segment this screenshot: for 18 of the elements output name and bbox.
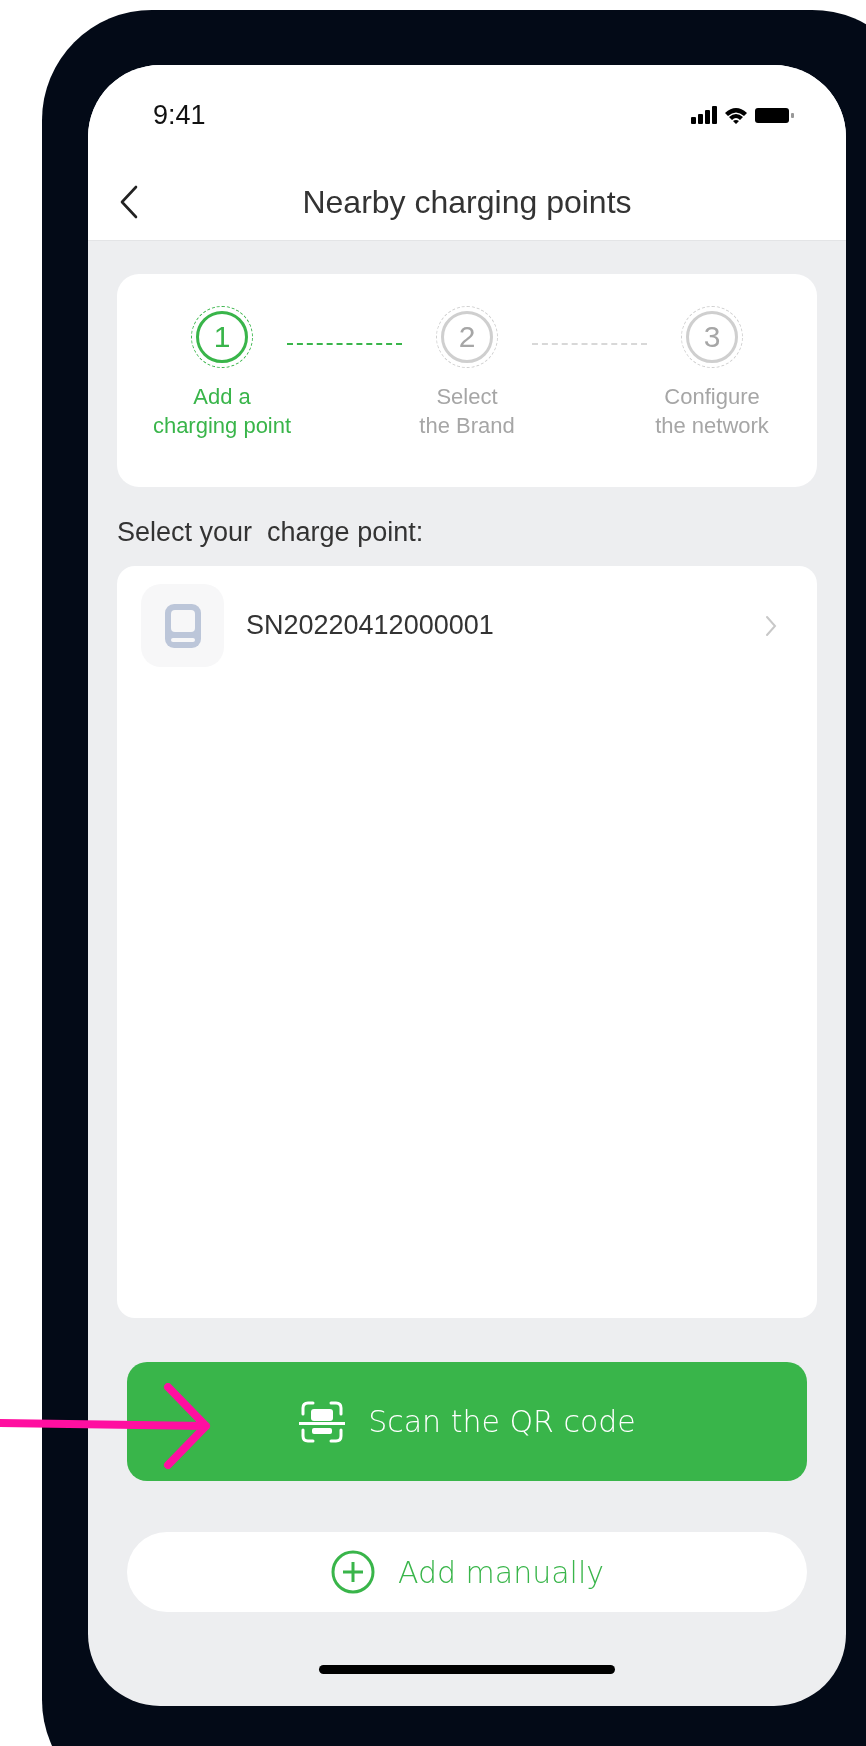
scan-icon — [298, 1399, 347, 1444]
add-manually-button[interactable]: Add manually — [127, 1532, 807, 1612]
section-label: Select your charge point: — [117, 517, 425, 548]
page-title: Nearby charging points — [302, 184, 632, 221]
chevron-icon — [765, 614, 777, 637]
plus-circle-icon — [329, 1549, 376, 1595]
charger-icon — [141, 584, 224, 667]
back-icon[interactable] — [120, 185, 138, 219]
charge-point-item[interactable]: SN20220412000001 — [141, 584, 777, 667]
wifi-icon — [725, 106, 747, 124]
serial-number: SN20220412000001 — [246, 610, 495, 641]
scan-qr-button[interactable]: Scan the QR code — [127, 1362, 807, 1481]
signal-icon — [691, 106, 717, 124]
step-label: Add a charging point — [152, 383, 292, 440]
battery-icon — [755, 107, 794, 123]
step-label: Select the Brand — [419, 383, 515, 440]
step-label: Configure the network — [655, 383, 769, 440]
status-time: 9:41 — [153, 99, 206, 131]
